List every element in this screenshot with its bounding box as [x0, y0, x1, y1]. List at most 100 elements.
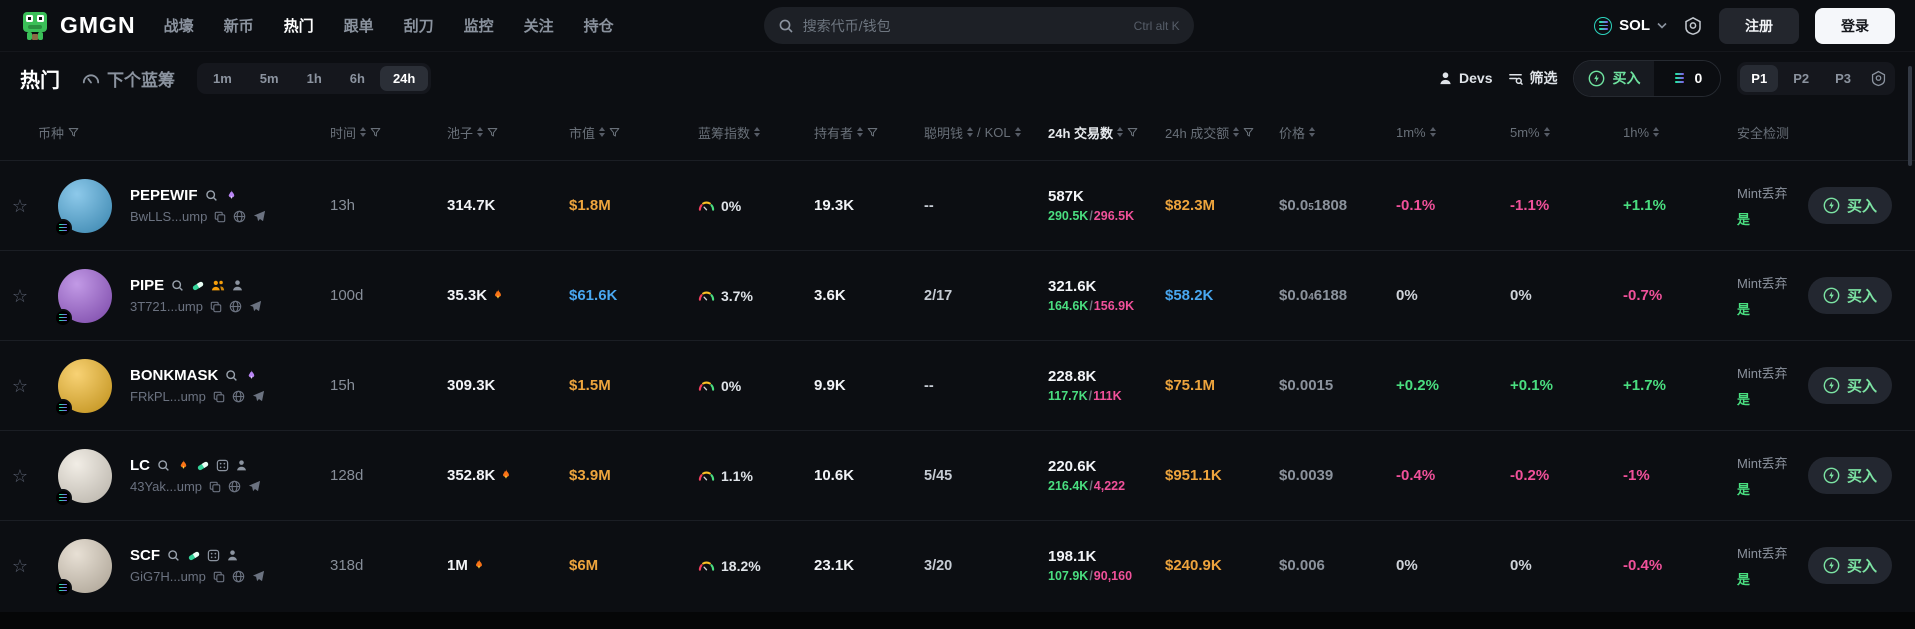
- nav-sniper[interactable]: 刮刀: [404, 15, 434, 36]
- tab-5m[interactable]: 5m: [247, 66, 292, 91]
- favorite-star-icon[interactable]: ☆: [12, 287, 28, 305]
- brand[interactable]: GMGN: [20, 10, 136, 42]
- token-name[interactable]: BONKMASK: [130, 367, 218, 384]
- telegram-icon[interactable]: [252, 570, 265, 583]
- sort-icon[interactable]: [1543, 127, 1550, 137]
- search-icon[interactable]: [205, 189, 218, 202]
- tab-6h[interactable]: 6h: [337, 66, 378, 91]
- devs-toggle[interactable]: Devs: [1438, 70, 1492, 86]
- buy-button[interactable]: 买入: [1808, 457, 1893, 494]
- favorite-star-icon[interactable]: ☆: [12, 197, 28, 215]
- token-avatar[interactable]: [54, 268, 112, 327]
- nav-new-coins[interactable]: 新币: [224, 15, 254, 36]
- search-input[interactable]: [802, 17, 1125, 34]
- register-button[interactable]: 注册: [1719, 7, 1799, 44]
- pill-icon[interactable]: [196, 459, 210, 473]
- col-pool-label[interactable]: 池子: [447, 123, 473, 142]
- token-address[interactable]: BwLLS...ump: [130, 209, 207, 224]
- pill-icon[interactable]: [187, 549, 201, 563]
- col-holders-label[interactable]: 持有者: [814, 123, 853, 142]
- token-avatar[interactable]: [54, 358, 112, 417]
- preset-settings-icon[interactable]: [1870, 70, 1887, 87]
- col-kol-label[interactable]: KOL: [985, 125, 1011, 140]
- telegram-icon[interactable]: [252, 390, 265, 403]
- buy-button[interactable]: 买入: [1808, 367, 1893, 404]
- person-icon[interactable]: [235, 459, 248, 472]
- token-name[interactable]: LC: [130, 457, 150, 474]
- col-1h-label[interactable]: 1h%: [1623, 125, 1649, 140]
- funnel-icon[interactable]: [370, 127, 381, 138]
- sort-icon[interactable]: [1309, 127, 1316, 137]
- person-icon[interactable]: [231, 279, 244, 292]
- nav-holdings[interactable]: 持仓: [584, 15, 614, 36]
- token-avatar[interactable]: [54, 178, 112, 237]
- sort-icon[interactable]: [967, 127, 974, 137]
- sort-icon[interactable]: [360, 127, 367, 137]
- pill-icon[interactable]: [191, 279, 205, 293]
- nav-copy-trade[interactable]: 跟单: [344, 15, 374, 36]
- sort-icon[interactable]: [1653, 127, 1660, 137]
- favorite-star-icon[interactable]: ☆: [12, 377, 28, 395]
- token-address[interactable]: 3T721...ump: [130, 299, 203, 314]
- copy-icon[interactable]: [213, 391, 225, 403]
- buy-button[interactable]: 买入: [1808, 187, 1893, 224]
- copy-icon[interactable]: [214, 211, 226, 223]
- col-price-label[interactable]: 价格: [1279, 123, 1305, 142]
- col-vol-label[interactable]: 24h 成交额: [1165, 123, 1229, 142]
- buy-button[interactable]: 买入: [1808, 547, 1893, 584]
- search-icon[interactable]: [157, 459, 170, 472]
- col-smart-label[interactable]: 聪明钱: [924, 123, 963, 142]
- tab-24h[interactable]: 24h: [379, 65, 429, 91]
- tab-1h[interactable]: 1h: [294, 66, 335, 91]
- token-avatar[interactable]: [54, 448, 112, 507]
- people-icon[interactable]: [211, 279, 225, 292]
- col-5m-label[interactable]: 5m%: [1510, 125, 1540, 140]
- search-icon[interactable]: [225, 369, 238, 382]
- tab-1m[interactable]: 1m: [200, 66, 245, 91]
- chain-selector[interactable]: SOL: [1594, 16, 1667, 35]
- search-bar[interactable]: Ctrl alt K: [763, 7, 1194, 44]
- flame-purple-icon[interactable]: [225, 189, 238, 203]
- badge-icon[interactable]: [207, 549, 220, 562]
- nav-trench[interactable]: 战壕: [164, 15, 194, 36]
- token-avatar[interactable]: [54, 538, 112, 597]
- token-name[interactable]: PIPE: [130, 277, 164, 294]
- search-icon[interactable]: [167, 549, 180, 562]
- sort-icon[interactable]: [477, 127, 484, 137]
- funnel-icon[interactable]: [1127, 127, 1138, 138]
- flame-purple-icon[interactable]: [245, 369, 258, 383]
- preset-p3[interactable]: P3: [1824, 65, 1862, 92]
- token-address[interactable]: FRkPL...ump: [130, 389, 206, 404]
- globe-icon[interactable]: [232, 570, 245, 583]
- person-icon[interactable]: [226, 549, 239, 562]
- preset-p2[interactable]: P2: [1782, 65, 1820, 92]
- col-tx-label[interactable]: 24h 交易数: [1048, 123, 1113, 142]
- favorite-star-icon[interactable]: ☆: [12, 467, 28, 485]
- table-row[interactable]: ☆ PEPEWIF BwLLS...ump 13h 314.7K $1.8M 0…: [0, 160, 1915, 250]
- table-row[interactable]: ☆ SCF GiG7H...ump 318d 1M $6M 18.2% 23.1…: [0, 520, 1915, 610]
- next-bluechip-link[interactable]: 下个蓝筹: [82, 66, 175, 91]
- funnel-icon[interactable]: [487, 127, 498, 138]
- copy-icon[interactable]: [210, 301, 222, 313]
- table-row[interactable]: ☆ LC 43Yak...ump 128d 352.8K $3.9M 1.1% …: [0, 430, 1915, 520]
- sort-icon[interactable]: [857, 127, 864, 137]
- favorite-star-icon[interactable]: ☆: [12, 557, 28, 575]
- col-bluechip-label[interactable]: 蓝筹指数: [698, 123, 750, 142]
- telegram-icon[interactable]: [253, 210, 266, 223]
- token-name[interactable]: PEPEWIF: [130, 187, 198, 204]
- filter-toggle[interactable]: 筛选: [1508, 68, 1557, 88]
- telegram-icon[interactable]: [248, 480, 261, 493]
- funnel-icon[interactable]: [68, 127, 79, 138]
- sort-icon[interactable]: [1233, 127, 1240, 137]
- globe-icon[interactable]: [229, 300, 242, 313]
- token-address[interactable]: GiG7H...ump: [130, 569, 206, 584]
- nav-monitor[interactable]: 监控: [464, 15, 494, 36]
- col-coin-label[interactable]: 币种: [38, 123, 64, 142]
- flame-orange-icon[interactable]: [177, 459, 190, 473]
- table-row[interactable]: ☆ BONKMASK FRkPL...ump 15h 309.3K $1.5M …: [0, 340, 1915, 430]
- sort-icon[interactable]: [599, 127, 606, 137]
- globe-icon[interactable]: [228, 480, 241, 493]
- globe-icon[interactable]: [233, 210, 246, 223]
- funnel-icon[interactable]: [609, 127, 620, 138]
- funnel-icon[interactable]: [1243, 127, 1254, 138]
